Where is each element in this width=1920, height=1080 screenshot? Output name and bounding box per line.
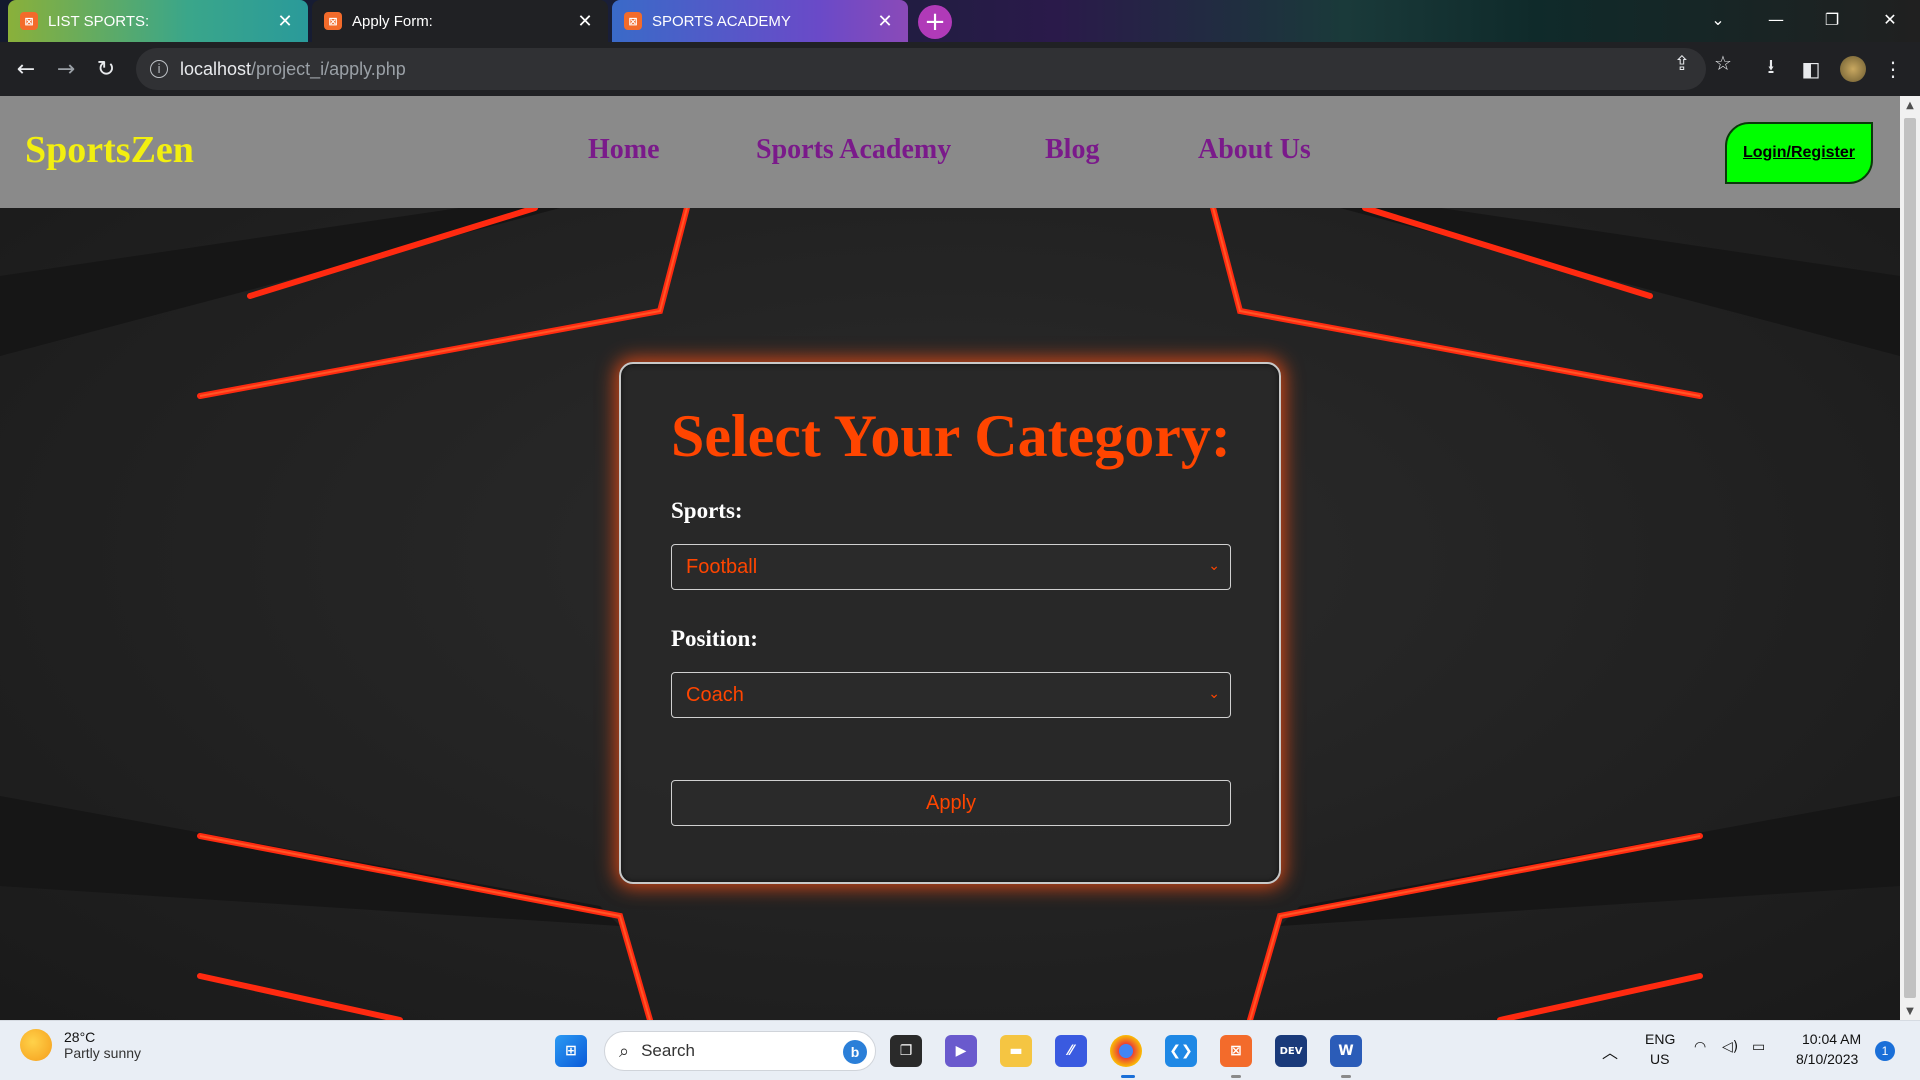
tab-title: Apply Form: [352, 12, 433, 30]
tab-title: LIST SPORTS: [48, 12, 150, 30]
chevron-up-icon[interactable]: ︿ [1602, 1039, 1618, 1063]
download-icon[interactable]: ⭳ [1756, 54, 1786, 84]
weather-widget[interactable]: 28°C Partly sunny [20, 1029, 141, 1061]
tab-list-sports[interactable]: ⊠ LIST SPORTS: ✕ [8, 0, 308, 42]
word-icon[interactable]: W [1330, 1035, 1362, 1067]
scrollbar-thumb[interactable] [1904, 118, 1916, 998]
nav-home[interactable]: Home [588, 134, 660, 166]
nav-sports-academy[interactable]: Sports Academy [756, 134, 951, 166]
site-navbar: SportsZen Home Sports Academy Blog About… [0, 96, 1900, 208]
page-scrollbar[interactable]: ▲ ▼ [1900, 96, 1920, 1020]
chrome-icon[interactable] [1110, 1035, 1142, 1067]
dev-cpp-icon[interactable]: DEV [1275, 1035, 1307, 1067]
back-icon[interactable]: ← [8, 51, 44, 87]
clock-date[interactable]: 8/10/2023 [1796, 1051, 1858, 1067]
site-logo[interactable]: SportsZen [25, 128, 194, 172]
url-path: /project_i/apply.php [251, 58, 406, 79]
chevron-down-icon: ⌄ [1208, 558, 1220, 574]
tab-apply-form[interactable]: ⊠ Apply Form: ✕ [312, 0, 608, 42]
apply-button[interactable]: Apply [671, 780, 1231, 826]
profile-avatar[interactable] [1838, 54, 1868, 84]
tab-search-chevron-icon[interactable]: ⌄ [1690, 0, 1746, 38]
file-explorer-icon[interactable]: ▬ [1000, 1035, 1032, 1067]
page-viewport: SportsZen Home Sports Academy Blog About… [0, 96, 1900, 1020]
apply-form-card: Select Your Category: Sports: Football ⌄… [619, 362, 1281, 884]
share-icon[interactable]: ⇪ [1667, 48, 1697, 78]
url-host: localhost [180, 58, 252, 79]
position-label: Position: [671, 626, 758, 651]
bing-icon[interactable]: b [843, 1040, 867, 1064]
search-icon: ⌕ [619, 1040, 630, 1062]
nav-about-us[interactable]: About Us [1198, 134, 1311, 166]
scroll-down-icon[interactable]: ▼ [1900, 1002, 1920, 1020]
windows-taskbar: 28°C Partly sunny ⊞ ⌕ Search b ❐ ▶ ▬ ⁄⁄ … [0, 1020, 1920, 1080]
close-icon[interactable]: ✕ [574, 10, 596, 32]
partly-sunny-icon [20, 1029, 52, 1061]
clock-time[interactable]: 10:04 AM [1802, 1031, 1861, 1047]
notification-badge[interactable]: 1 [1875, 1041, 1895, 1061]
reload-icon[interactable]: ↻ [88, 51, 124, 87]
site-info-icon[interactable]: i [150, 60, 168, 78]
scroll-up-icon[interactable]: ▲ [1900, 96, 1920, 114]
running-app-indicator [1231, 1075, 1241, 1078]
nav-blog[interactable]: Blog [1045, 134, 1099, 166]
xampp-icon: ⊠ [624, 12, 642, 30]
xampp-icon[interactable]: ⊠ [1220, 1035, 1252, 1067]
teams-chat-icon[interactable]: ▶ [945, 1035, 977, 1067]
address-bar[interactable]: i localhost /project_i/apply.php [136, 48, 1706, 90]
position-select[interactable]: Coach ⌄ [671, 672, 1231, 718]
new-tab-button[interactable]: + [918, 5, 952, 39]
language-bottom[interactable]: US [1650, 1051, 1669, 1067]
form-heading: Select Your Category: [671, 403, 1231, 469]
taskbar-search[interactable]: ⌕ Search b [604, 1031, 876, 1071]
windows-start-icon[interactable]: ⊞ [555, 1035, 587, 1067]
vscode-icon[interactable]: ❮❯ [1165, 1035, 1197, 1067]
language-top[interactable]: ENG [1645, 1031, 1675, 1047]
vs-code-ai-icon[interactable]: ⁄⁄ [1055, 1035, 1087, 1067]
sports-label: Sports: [671, 498, 743, 523]
close-icon[interactable]: ✕ [874, 10, 896, 32]
search-placeholder: Search [641, 1041, 695, 1060]
browser-toolbar: ← → ↻ i localhost /project_i/apply.php ⇪… [0, 42, 1920, 96]
browser-tab-strip: ⊠ LIST SPORTS: ✕ ⊠ Apply Form: ✕ ⊠ SPORT… [0, 0, 1920, 42]
bookmark-star-icon[interactable]: ☆ [1708, 48, 1738, 78]
menu-kebab-icon[interactable]: ⋮ [1878, 54, 1908, 84]
minimize-button[interactable]: — [1748, 0, 1804, 38]
restore-button[interactable]: ❐ [1804, 0, 1860, 38]
weather-condition: Partly sunny [64, 1045, 142, 1061]
volume-icon[interactable]: ◁) [1722, 1039, 1738, 1055]
running-app-indicator [1341, 1075, 1351, 1078]
close-icon[interactable]: ✕ [274, 10, 296, 32]
battery-icon[interactable]: ▭ [1752, 1039, 1765, 1055]
tab-title: SPORTS ACADEMY [652, 12, 791, 30]
tab-sports-academy[interactable]: ⊠ SPORTS ACADEMY ✕ [612, 0, 908, 42]
sports-select[interactable]: Football ⌄ [671, 544, 1231, 590]
wifi-icon[interactable]: ◠ [1694, 1039, 1706, 1055]
close-window-button[interactable]: ✕ [1862, 0, 1918, 38]
active-app-indicator [1121, 1075, 1135, 1078]
xampp-icon: ⊠ [20, 12, 38, 30]
side-panel-icon[interactable]: ◧ [1796, 54, 1826, 84]
forward-icon[interactable]: → [48, 51, 84, 87]
sports-select-value: Football [686, 555, 758, 578]
xampp-icon: ⊠ [324, 12, 342, 30]
position-select-value: Coach [686, 683, 744, 706]
weather-temp: 28°C [64, 1029, 96, 1045]
login-register-button[interactable]: Login/Register [1725, 122, 1873, 184]
chevron-down-icon: ⌄ [1208, 686, 1220, 702]
task-view-icon[interactable]: ❐ [890, 1035, 922, 1067]
